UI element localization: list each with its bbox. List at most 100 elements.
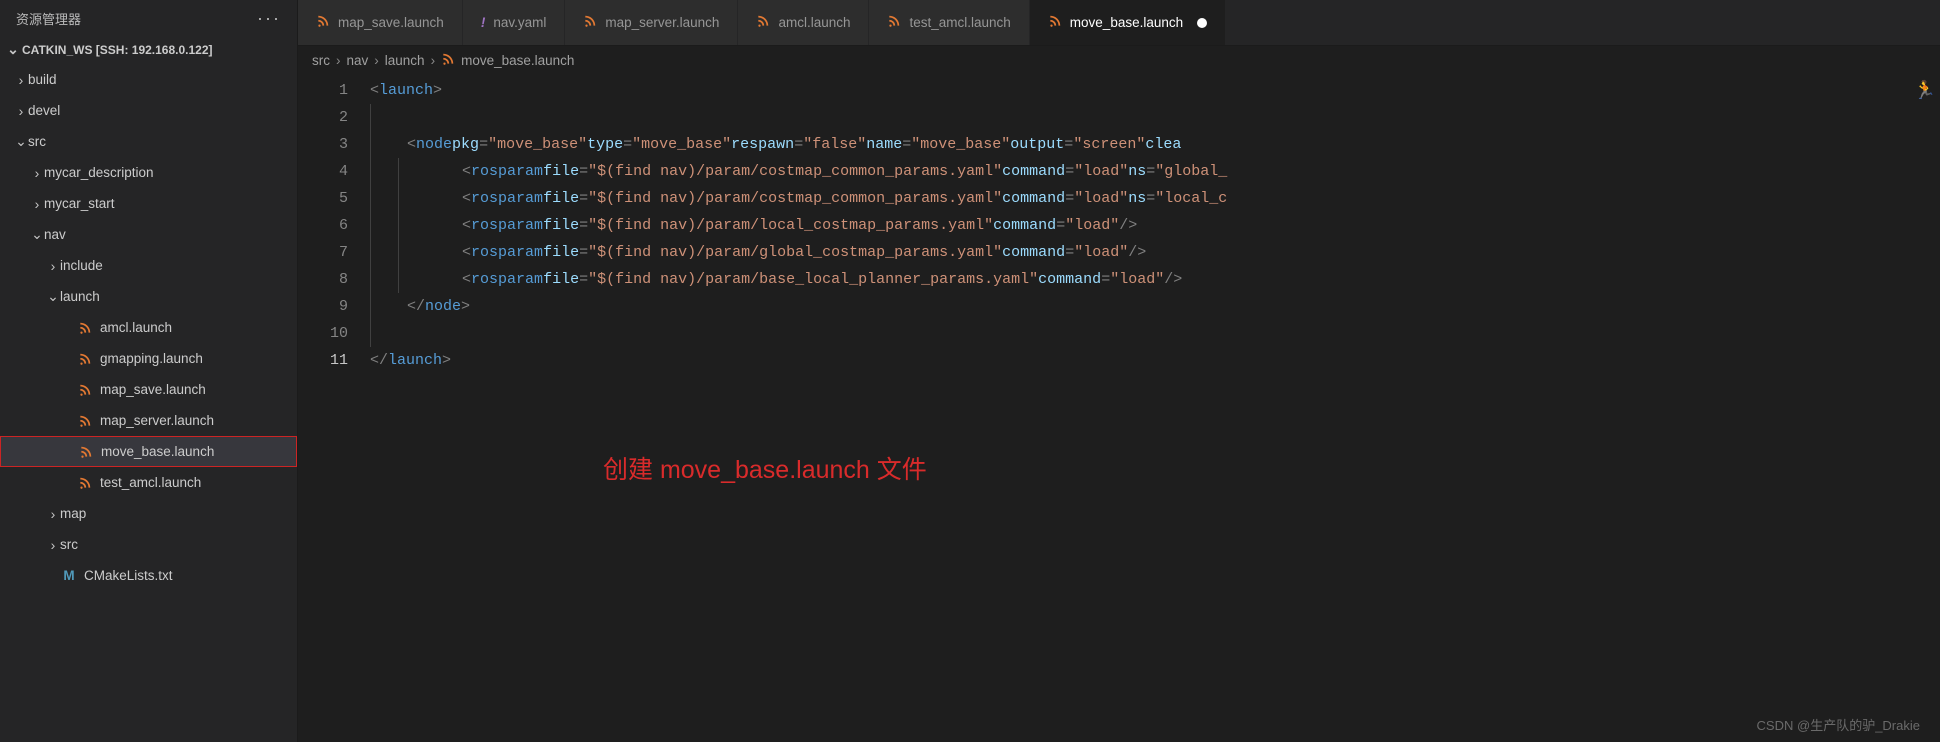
tree-item-label: mycar_start [44,196,115,211]
breadcrumb[interactable]: src›nav›launch›move_base.launch [298,46,1940,75]
tree-item-label: test_amcl.launch [100,475,201,490]
code-line: <launch> [370,77,1940,104]
tree-item-label: launch [60,289,100,304]
tab[interactable]: test_amcl.launch [869,0,1029,45]
file-item[interactable]: map_save.launch [0,374,297,405]
sidebar-header: 资源管理器 ··· [0,0,297,37]
breadcrumb-item[interactable]: src [312,53,330,68]
tab[interactable]: map_server.launch [565,0,738,45]
tree-item-label: src [60,537,78,552]
yaml-icon: ! [481,15,486,30]
code-line: <rosparam file="$(find nav)/param/local_… [370,212,1940,239]
file-item[interactable]: test_amcl.launch [0,467,297,498]
line-number: 6 [298,212,348,239]
breadcrumb-separator: › [431,53,436,68]
file-item[interactable]: gmapping.launch [0,343,297,374]
chevron-right-icon: › [30,196,44,212]
line-number: 1 [298,77,348,104]
folder-item[interactable]: ›mycar_start [0,188,297,219]
more-icon[interactable]: ··· [257,8,281,29]
folder-item[interactable]: ›map [0,498,297,529]
code-line: <rosparam file="$(find nav)/param/costma… [370,185,1940,212]
line-number: 2 [298,104,348,131]
code-line [370,320,1940,347]
tab[interactable]: map_save.launch [298,0,463,45]
tree-item-label: amcl.launch [100,320,172,335]
rss-icon [756,14,770,31]
code-line: </node> [370,293,1940,320]
chevron-right-icon: › [30,165,44,181]
tab-label: test_amcl.launch [909,15,1010,30]
line-number: 9 [298,293,348,320]
chevron-right-icon: › [46,537,60,553]
tree-item-label: include [60,258,103,273]
tree-item-label: map_save.launch [100,382,206,397]
sidebar-title: 资源管理器 [16,9,81,28]
file-tree: ›build›devel⌄src›mycar_description›mycar… [0,64,297,742]
rss-icon [316,14,330,31]
breadcrumb-separator: › [374,53,379,68]
chevron-right-icon: › [14,103,28,119]
file-item[interactable]: map_server.launch [0,405,297,436]
line-number: 8 [298,266,348,293]
line-number: 10 [298,320,348,347]
chevron-down-icon: ⌄ [14,133,28,150]
chevron-right-icon: › [14,72,28,88]
tree-item-label: devel [28,103,60,118]
tab-label: map_server.launch [605,15,719,30]
annotation-text: 创建 move_base.launch 文件 [603,450,927,486]
folder-item[interactable]: ⌄src [0,126,297,157]
code-line: </launch> [370,347,1940,374]
line-number: 3 [298,131,348,158]
file-item[interactable]: amcl.launch [0,312,297,343]
workspace-label: CATKIN_WS [SSH: 192.168.0.122] [22,43,213,57]
breadcrumb-item[interactable]: move_base.launch [441,52,574,69]
tab[interactable]: ! nav.yaml [463,0,566,45]
line-number: 7 [298,239,348,266]
chevron-down-icon: ⌄ [6,41,20,58]
tree-item-label: map [60,506,86,521]
modified-dot-icon [1197,18,1207,28]
rss-icon [76,321,94,335]
folder-item[interactable]: ›src [0,529,297,560]
folder-item[interactable]: ›build [0,64,297,95]
run-icon[interactable]: 🏃 [1914,80,1936,101]
line-number: 5 [298,185,348,212]
line-gutter: 1234567891011 [298,77,370,374]
file-item[interactable]: MCMakeLists.txt [0,560,297,591]
chevron-down-icon: ⌄ [46,288,60,305]
folder-item[interactable]: ⌄launch [0,281,297,312]
code-content[interactable]: <launch> <node pkg="move_base" type="mov… [370,77,1940,374]
editor-tabs: map_save.launch! nav.yaml map_server.launc… [298,0,1940,46]
folder-item[interactable]: ⌄nav [0,219,297,250]
code-line [370,104,1940,131]
tab-label: move_base.launch [1070,15,1183,30]
folder-item[interactable]: ›mycar_description [0,157,297,188]
rss-icon [76,383,94,397]
code-line: <rosparam file="$(find nav)/param/base_l… [370,266,1940,293]
rss-icon [76,352,94,366]
chevron-right-icon: › [46,506,60,522]
chevron-right-icon: › [46,258,60,274]
rss-icon [1048,14,1062,31]
tab-label: nav.yaml [493,15,546,30]
watermark: CSDN @生产队的驴_Drakie [1757,715,1920,734]
chevron-down-icon: ⌄ [30,226,44,243]
main-area: map_save.launch! nav.yaml map_server.launc… [298,0,1940,742]
folder-item[interactable]: ›include [0,250,297,281]
workspace-title[interactable]: ⌄ CATKIN_WS [SSH: 192.168.0.122] [0,37,297,64]
tab[interactable]: move_base.launch [1030,0,1226,45]
tab[interactable]: amcl.launch [738,0,869,45]
rss-icon [76,414,94,428]
file-item[interactable]: move_base.launch [0,436,297,467]
tree-item-label: move_base.launch [101,444,214,459]
breadcrumb-item[interactable]: nav [347,53,369,68]
folder-item[interactable]: ›devel [0,95,297,126]
code-line: <node pkg="move_base" type="move_base" r… [370,131,1940,158]
tree-item-label: build [28,72,57,87]
rss-icon [887,14,901,31]
rss-icon [583,14,597,31]
tree-item-label: map_server.launch [100,413,214,428]
tree-item-label: CMakeLists.txt [84,568,173,583]
breadcrumb-item[interactable]: launch [385,53,425,68]
